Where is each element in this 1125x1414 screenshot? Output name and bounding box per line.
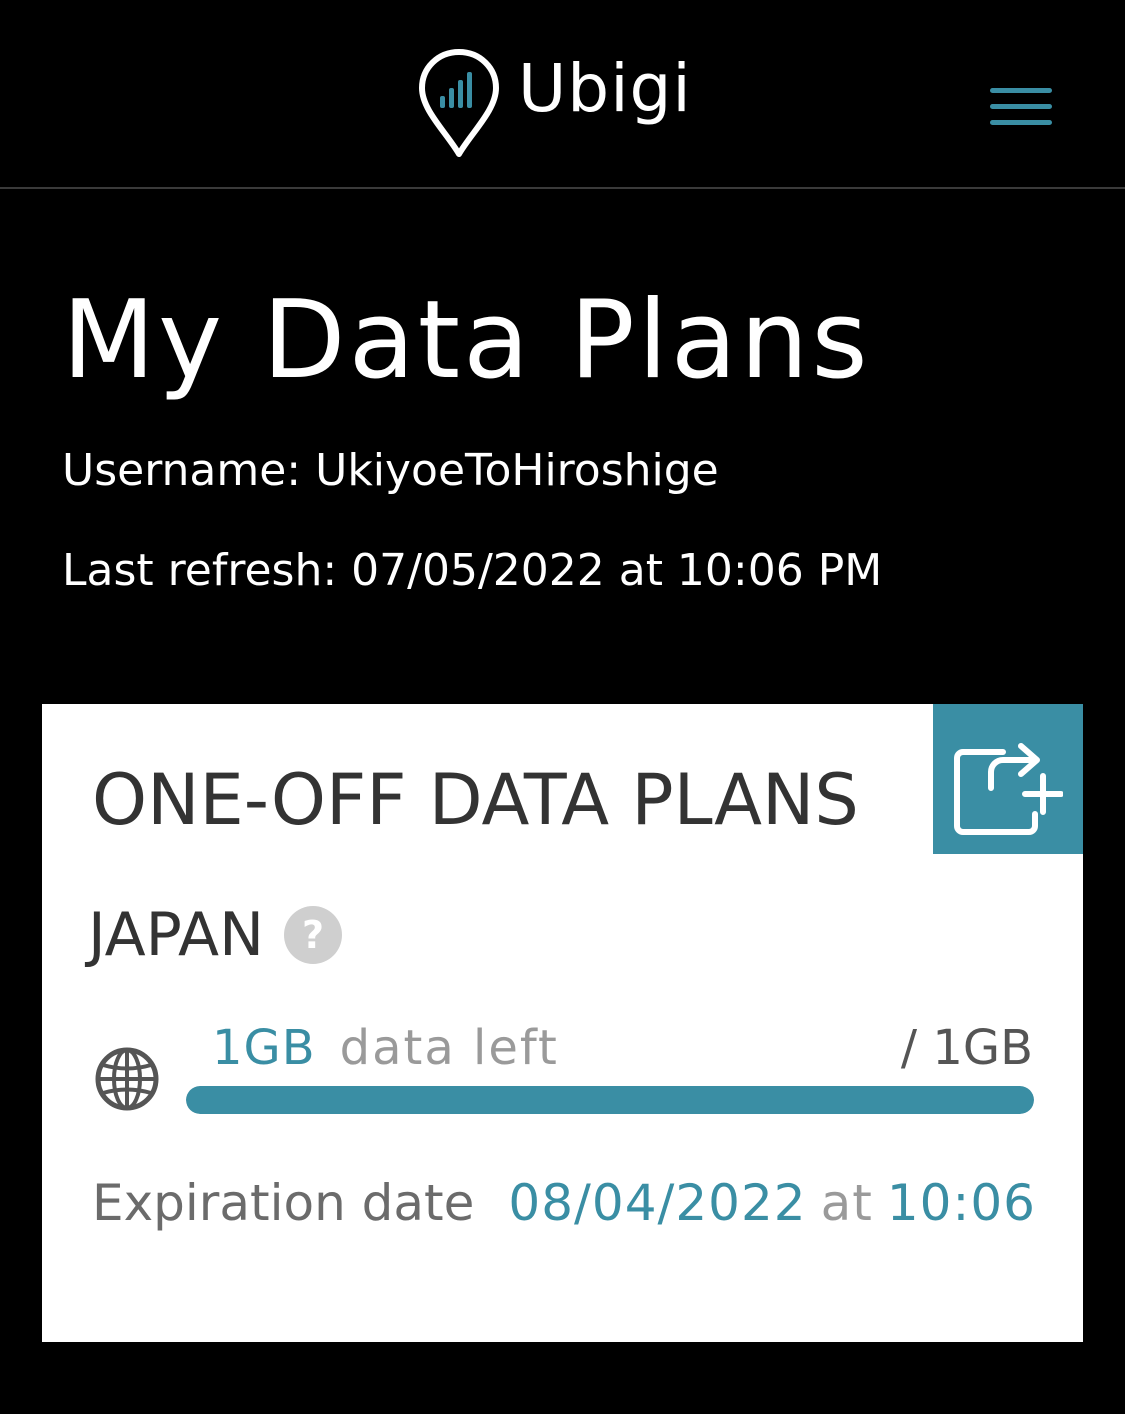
menu-bar-middle: [990, 104, 1052, 109]
username-text: Username: UkiyoeToHiroshige: [62, 445, 719, 496]
data-left-text: 1GB data left: [212, 1022, 559, 1075]
expiration-row: Expiration date 08/04/2022 at 10:06: [92, 1176, 1036, 1231]
data-usage-progress-fill: [186, 1086, 1034, 1114]
data-left-label: data left: [339, 1020, 559, 1076]
share-add-icon: [954, 743, 1063, 835]
data-plan-card: ONE-OFF DATA PLANS JAPAN ? 1GB data left …: [42, 704, 1083, 1342]
menu-bar-top: [990, 88, 1052, 93]
data-left-amount: 1GB: [212, 1020, 316, 1076]
help-icon[interactable]: ?: [283, 906, 342, 964]
brand-name: Ubigi: [518, 50, 692, 127]
ubigi-logo[interactable]: Ubigi: [418, 48, 692, 160]
last-refresh-text: Last refresh: 07/05/2022 at 10:06 PM: [62, 545, 883, 596]
share-add-button[interactable]: [933, 704, 1083, 854]
plan-type-title: ONE-OFF DATA PLANS: [92, 759, 859, 841]
expiration-at: at: [820, 1174, 873, 1232]
expiration-label: Expiration date: [92, 1174, 475, 1232]
data-total: / 1GB: [900, 1020, 1033, 1076]
expiration-date: 08/04/2022: [508, 1174, 807, 1232]
top-navigation-bar: Ubigi: [0, 0, 1125, 189]
expiration-time: 10:06: [886, 1174, 1036, 1232]
data-usage-progress-bar: [186, 1086, 1034, 1114]
plan-country-name: JAPAN: [88, 900, 264, 970]
menu-bar-bottom: [990, 120, 1052, 125]
globe-icon: [95, 1047, 159, 1111]
plan-country-row: JAPAN ?: [88, 902, 342, 968]
hamburger-menu-icon[interactable]: [990, 86, 1056, 128]
page-title: My Data Plans: [62, 278, 871, 403]
location-pin-signal-icon: [419, 49, 499, 157]
